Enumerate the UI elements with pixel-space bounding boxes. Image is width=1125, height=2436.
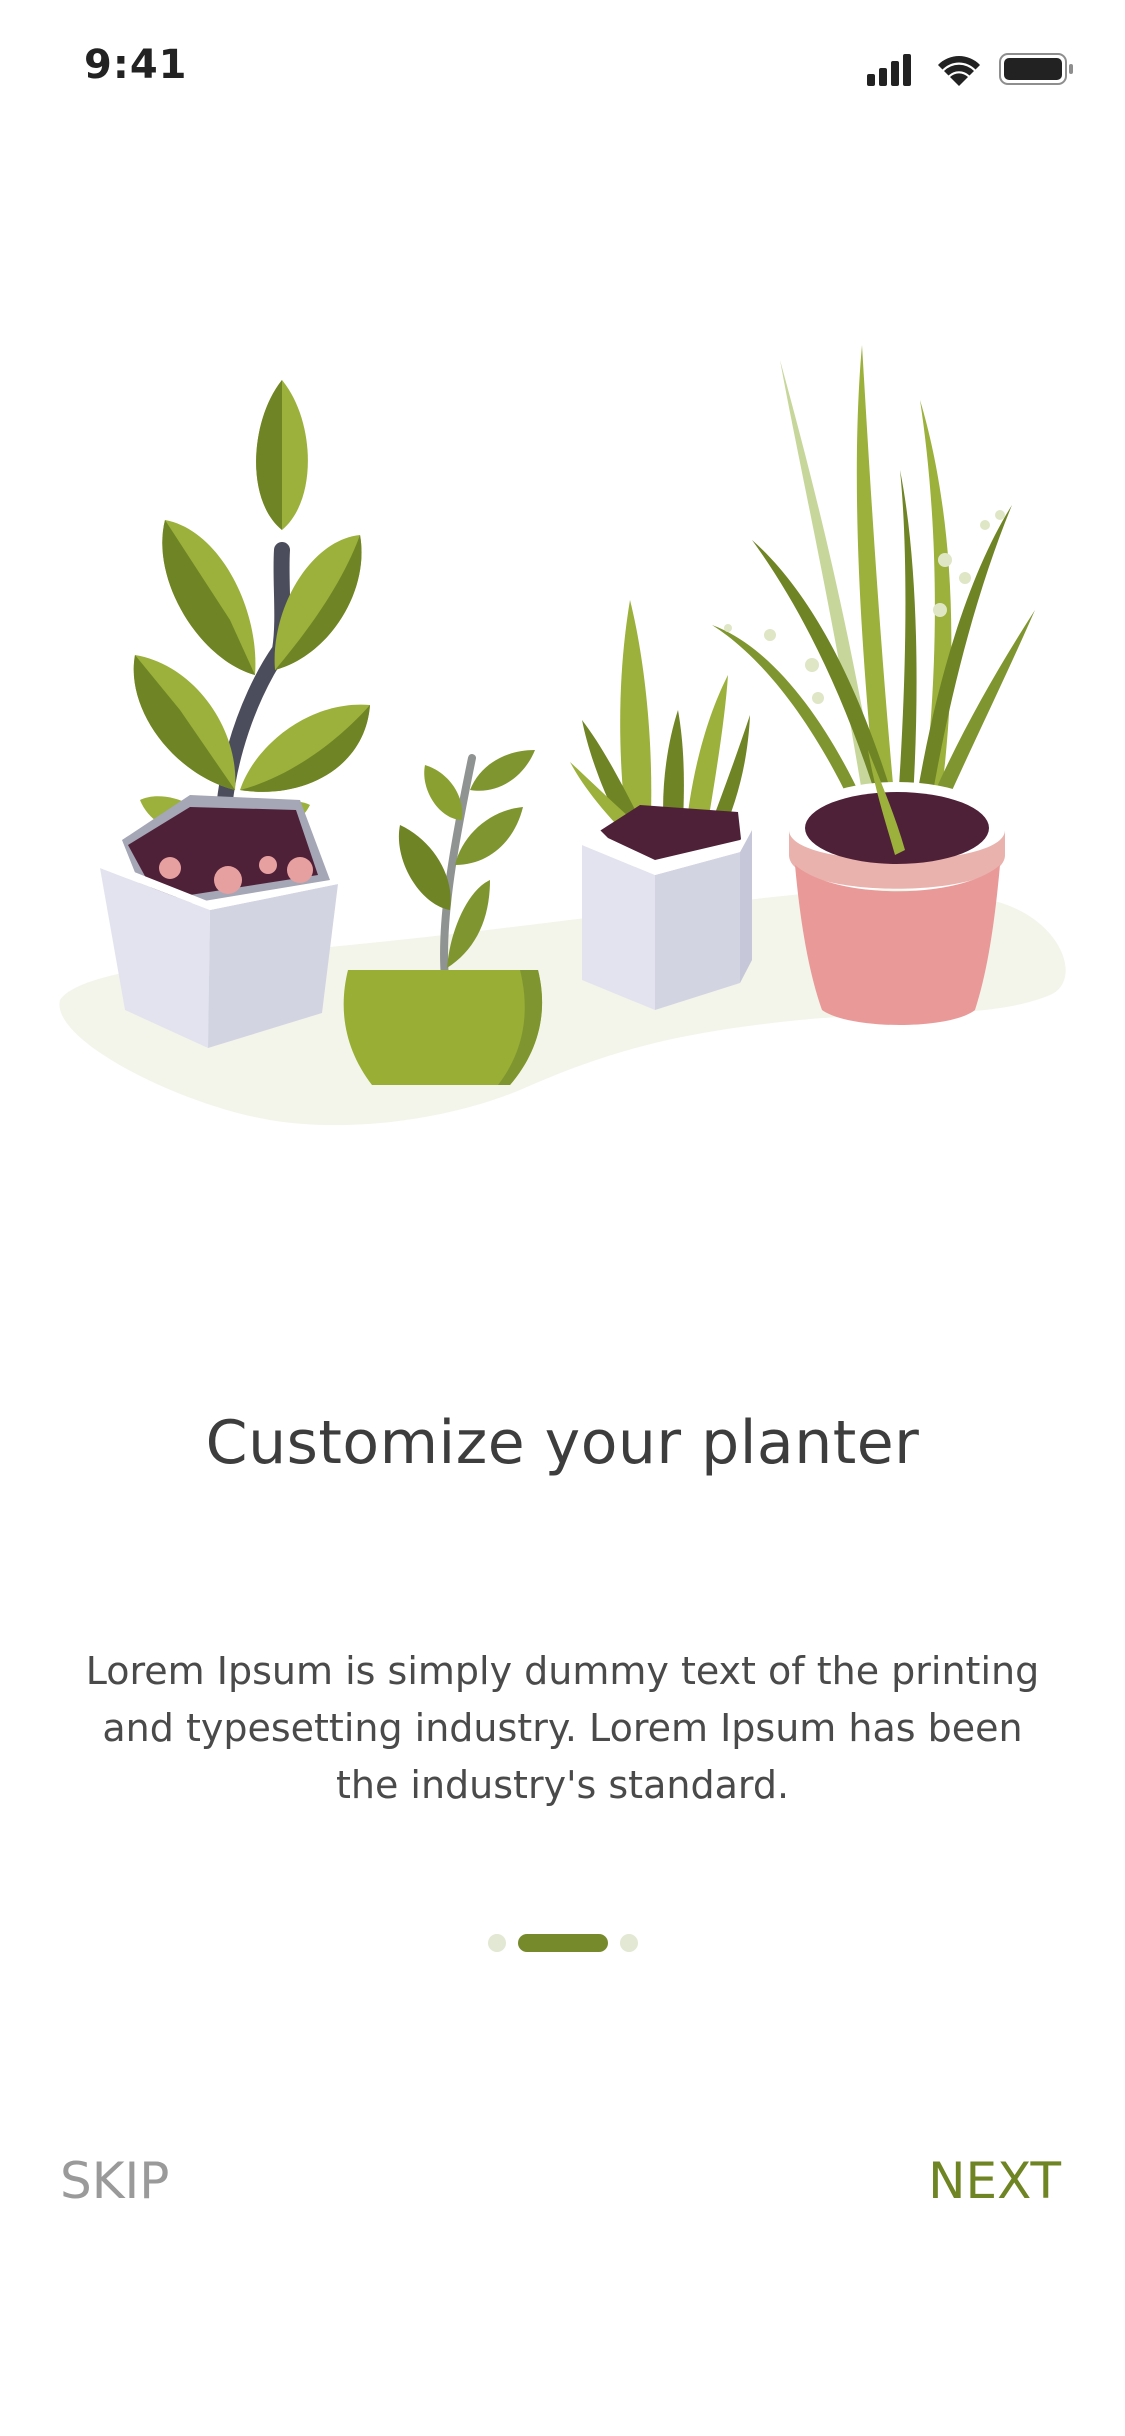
status-bar: 9:41 — [0, 0, 1125, 132]
onboarding-description: Lorem Ipsum is simply dummy text of the … — [85, 1649, 1040, 1807]
skip-button[interactable]: SKIP — [60, 2152, 169, 2210]
potted-plants-illustration — [59, 345, 1066, 1126]
plant-large-white-pot — [100, 380, 370, 1048]
onboarding-title: Customize your planter — [205, 1408, 920, 1478]
plant-green-pot — [343, 750, 543, 1085]
plant-small-white-pot — [570, 600, 752, 1010]
status-time: 9:41 — [84, 42, 188, 88]
wifi-icon — [938, 56, 980, 86]
status-icons — [867, 53, 1073, 86]
battery-icon — [999, 53, 1073, 85]
next-button[interactable]: NEXT — [928, 2152, 1061, 2210]
page-indicator — [0, 1932, 1125, 1954]
page-dot-1[interactable] — [487, 1934, 506, 1952]
page-dot-3[interactable] — [619, 1934, 638, 1952]
page-dot-2-active[interactable] — [517, 1934, 608, 1952]
cellular-signal-icon — [867, 54, 911, 86]
